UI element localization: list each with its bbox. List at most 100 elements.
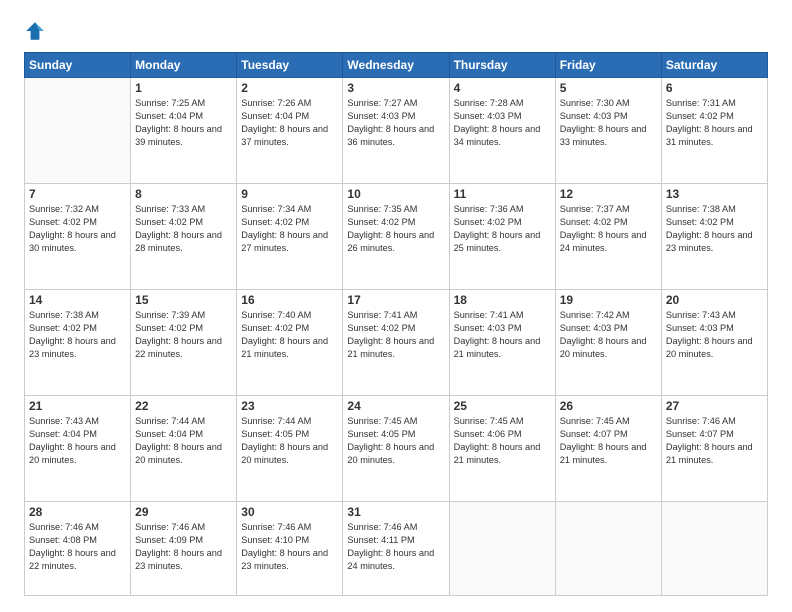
cell-info: Sunrise: 7:38 AMSunset: 4:02 PMDaylight:… — [666, 203, 763, 255]
logo-icon — [24, 20, 46, 42]
cell-info: Sunrise: 7:45 AMSunset: 4:07 PMDaylight:… — [560, 415, 657, 467]
calendar-cell: 15 Sunrise: 7:39 AMSunset: 4:02 PMDayligh… — [131, 290, 237, 396]
day-number: 15 — [135, 293, 232, 307]
day-number: 21 — [29, 399, 126, 413]
day-number: 4 — [454, 81, 551, 95]
day-number: 6 — [666, 81, 763, 95]
cell-info: Sunrise: 7:46 AMSunset: 4:08 PMDaylight:… — [29, 521, 126, 573]
day-header-sunday: Sunday — [25, 53, 131, 78]
cell-info: Sunrise: 7:41 AMSunset: 4:03 PMDaylight:… — [454, 309, 551, 361]
day-header-friday: Friday — [555, 53, 661, 78]
day-number: 16 — [241, 293, 338, 307]
cell-info: Sunrise: 7:45 AMSunset: 4:06 PMDaylight:… — [454, 415, 551, 467]
cell-info: Sunrise: 7:44 AMSunset: 4:04 PMDaylight:… — [135, 415, 232, 467]
day-number: 28 — [29, 505, 126, 519]
day-number: 25 — [454, 399, 551, 413]
calendar-cell: 24 Sunrise: 7:45 AMSunset: 4:05 PMDayligh… — [343, 396, 449, 502]
calendar-cell: 30 Sunrise: 7:46 AMSunset: 4:10 PMDayligh… — [237, 502, 343, 596]
cell-info: Sunrise: 7:38 AMSunset: 4:02 PMDaylight:… — [29, 309, 126, 361]
cell-info: Sunrise: 7:33 AMSunset: 4:02 PMDaylight:… — [135, 203, 232, 255]
calendar-cell: 6Sunrise: 7:31 AMSunset: 4:02 PMDaylight… — [661, 78, 767, 184]
calendar-cell: 26 Sunrise: 7:45 AMSunset: 4:07 PMDayligh… — [555, 396, 661, 502]
day-header-thursday: Thursday — [449, 53, 555, 78]
calendar-cell: 22Sunrise: 7:44 AMSunset: 4:04 PMDayligh… — [131, 396, 237, 502]
cell-info: Sunrise: 7:41 AMSunset: 4:02 PMDaylight:… — [347, 309, 444, 361]
calendar-cell: 3 Sunrise: 7:27 AMSunset: 4:03 PMDaylight… — [343, 78, 449, 184]
day-number: 26 — [560, 399, 657, 413]
day-header-tuesday: Tuesday — [237, 53, 343, 78]
day-number: 27 — [666, 399, 763, 413]
calendar-cell: 28 Sunrise: 7:46 AMSunset: 4:08 PMDayligh… — [25, 502, 131, 596]
calendar-cell: 1Sunrise: 7:25 AMSunset: 4:04 PMDaylight… — [131, 78, 237, 184]
calendar-week-row: 1Sunrise: 7:25 AMSunset: 4:04 PMDaylight… — [25, 78, 768, 184]
day-number: 19 — [560, 293, 657, 307]
calendar-cell: 13 Sunrise: 7:38 AMSunset: 4:02 PMDayligh… — [661, 184, 767, 290]
day-number: 24 — [347, 399, 444, 413]
calendar-cell — [555, 502, 661, 596]
page: SundayMondayTuesdayWednesdayThursdayFrid… — [0, 0, 792, 612]
calendar-cell: 19Sunrise: 7:42 AMSunset: 4:03 PMDayligh… — [555, 290, 661, 396]
calendar-cell: 20Sunrise: 7:43 AMSunset: 4:03 PMDayligh… — [661, 290, 767, 396]
cell-info: Sunrise: 7:35 AMSunset: 4:02 PMDaylight:… — [347, 203, 444, 255]
day-number: 3 — [347, 81, 444, 95]
calendar-header-row: SundayMondayTuesdayWednesdayThursdayFrid… — [25, 53, 768, 78]
calendar-cell: 17Sunrise: 7:41 AMSunset: 4:02 PMDayligh… — [343, 290, 449, 396]
cell-info: Sunrise: 7:30 AMSunset: 4:03 PMDaylight:… — [560, 97, 657, 149]
calendar-week-row: 14Sunrise: 7:38 AMSunset: 4:02 PMDayligh… — [25, 290, 768, 396]
cell-info: Sunrise: 7:40 AMSunset: 4:02 PMDaylight:… — [241, 309, 338, 361]
cell-info: Sunrise: 7:28 AMSunset: 4:03 PMDaylight:… — [454, 97, 551, 149]
cell-info: Sunrise: 7:32 AMSunset: 4:02 PMDaylight:… — [29, 203, 126, 255]
day-header-monday: Monday — [131, 53, 237, 78]
calendar-cell: 16 Sunrise: 7:40 AMSunset: 4:02 PMDayligh… — [237, 290, 343, 396]
calendar: SundayMondayTuesdayWednesdayThursdayFrid… — [24, 52, 768, 596]
day-header-wednesday: Wednesday — [343, 53, 449, 78]
calendar-week-row: 7 Sunrise: 7:32 AMSunset: 4:02 PMDaylight… — [25, 184, 768, 290]
cell-info: Sunrise: 7:45 AMSunset: 4:05 PMDaylight:… — [347, 415, 444, 467]
day-header-saturday: Saturday — [661, 53, 767, 78]
day-number: 12 — [560, 187, 657, 201]
header — [24, 20, 768, 42]
calendar-cell: 21 Sunrise: 7:43 AMSunset: 4:04 PMDayligh… — [25, 396, 131, 502]
calendar-cell: 27 Sunrise: 7:46 AMSunset: 4:07 PMDayligh… — [661, 396, 767, 502]
calendar-cell: 25 Sunrise: 7:45 AMSunset: 4:06 PMDayligh… — [449, 396, 555, 502]
calendar-cell: 29Sunrise: 7:46 AMSunset: 4:09 PMDayligh… — [131, 502, 237, 596]
cell-info: Sunrise: 7:46 AMSunset: 4:10 PMDaylight:… — [241, 521, 338, 573]
cell-info: Sunrise: 7:26 AMSunset: 4:04 PMDaylight:… — [241, 97, 338, 149]
day-number: 20 — [666, 293, 763, 307]
calendar-cell: 4 Sunrise: 7:28 AMSunset: 4:03 PMDaylight… — [449, 78, 555, 184]
cell-info: Sunrise: 7:46 AMSunset: 4:11 PMDaylight:… — [347, 521, 444, 573]
cell-info: Sunrise: 7:46 AMSunset: 4:09 PMDaylight:… — [135, 521, 232, 573]
logo — [24, 20, 50, 42]
calendar-cell: 8Sunrise: 7:33 AMSunset: 4:02 PMDaylight… — [131, 184, 237, 290]
day-number: 5 — [560, 81, 657, 95]
day-number: 9 — [241, 187, 338, 201]
calendar-cell — [25, 78, 131, 184]
cell-info: Sunrise: 7:43 AMSunset: 4:04 PMDaylight:… — [29, 415, 126, 467]
calendar-cell: 9 Sunrise: 7:34 AMSunset: 4:02 PMDaylight… — [237, 184, 343, 290]
calendar-cell: 5 Sunrise: 7:30 AMSunset: 4:03 PMDaylight… — [555, 78, 661, 184]
calendar-cell — [449, 502, 555, 596]
day-number: 23 — [241, 399, 338, 413]
calendar-cell: 11Sunrise: 7:36 AMSunset: 4:02 PMDayligh… — [449, 184, 555, 290]
calendar-cell — [661, 502, 767, 596]
calendar-week-row: 28 Sunrise: 7:46 AMSunset: 4:08 PMDayligh… — [25, 502, 768, 596]
calendar-cell: 12 Sunrise: 7:37 AMSunset: 4:02 PMDayligh… — [555, 184, 661, 290]
calendar-cell: 2 Sunrise: 7:26 AMSunset: 4:04 PMDaylight… — [237, 78, 343, 184]
day-number: 10 — [347, 187, 444, 201]
day-number: 13 — [666, 187, 763, 201]
cell-info: Sunrise: 7:27 AMSunset: 4:03 PMDaylight:… — [347, 97, 444, 149]
cell-info: Sunrise: 7:34 AMSunset: 4:02 PMDaylight:… — [241, 203, 338, 255]
cell-info: Sunrise: 7:39 AMSunset: 4:02 PMDaylight:… — [135, 309, 232, 361]
day-number: 7 — [29, 187, 126, 201]
calendar-cell: 14Sunrise: 7:38 AMSunset: 4:02 PMDayligh… — [25, 290, 131, 396]
day-number: 11 — [454, 187, 551, 201]
calendar-cell: 31Sunrise: 7:46 AMSunset: 4:11 PMDayligh… — [343, 502, 449, 596]
calendar-cell: 10 Sunrise: 7:35 AMSunset: 4:02 PMDayligh… — [343, 184, 449, 290]
day-number: 18 — [454, 293, 551, 307]
cell-info: Sunrise: 7:37 AMSunset: 4:02 PMDaylight:… — [560, 203, 657, 255]
day-number: 2 — [241, 81, 338, 95]
cell-info: Sunrise: 7:25 AMSunset: 4:04 PMDaylight:… — [135, 97, 232, 149]
day-number: 30 — [241, 505, 338, 519]
cell-info: Sunrise: 7:46 AMSunset: 4:07 PMDaylight:… — [666, 415, 763, 467]
cell-info: Sunrise: 7:44 AMSunset: 4:05 PMDaylight:… — [241, 415, 338, 467]
